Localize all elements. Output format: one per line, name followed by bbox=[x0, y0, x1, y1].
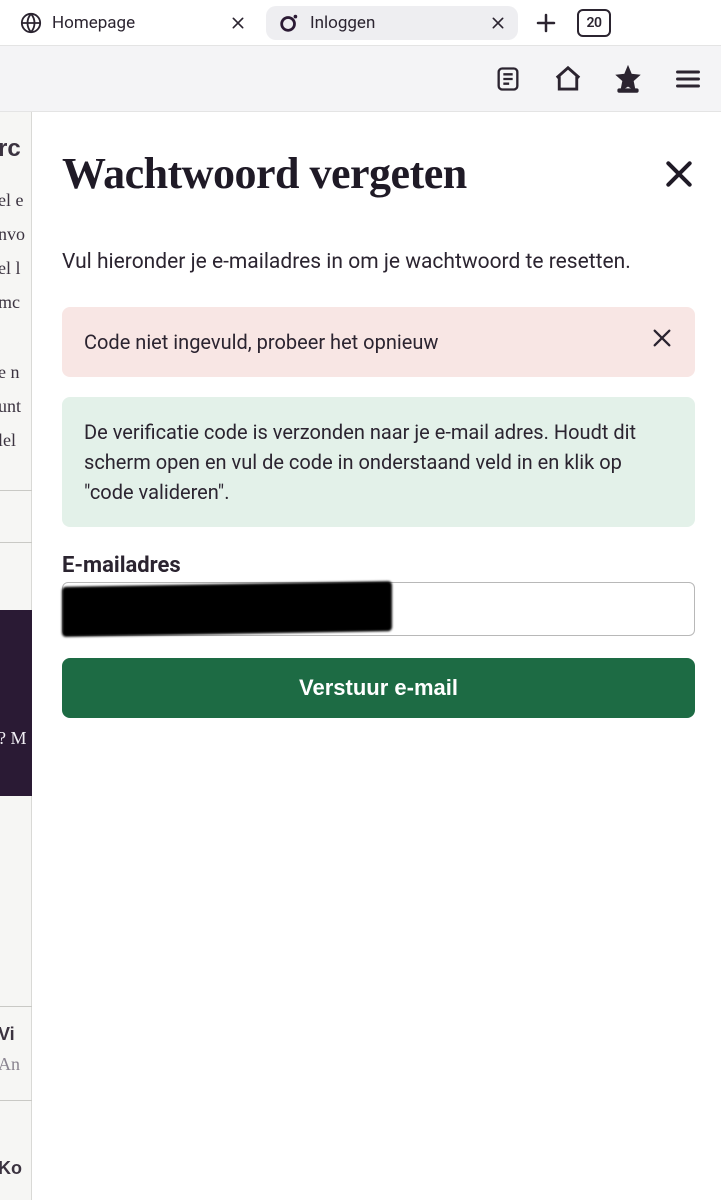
home-button[interactable] bbox=[545, 56, 591, 102]
bookmark-button[interactable] bbox=[605, 56, 651, 102]
tab-close-icon[interactable] bbox=[230, 15, 246, 31]
error-alert-text: Code niet ingevuld, probeer het opnieuw bbox=[84, 327, 438, 357]
success-alert: De verificatie code is verzonden naar je… bbox=[62, 397, 695, 527]
email-field-group: E-mailadres bbox=[62, 553, 695, 636]
browser-toolbar bbox=[0, 46, 721, 112]
error-alert: Code niet ingevuld, probeer het opnieuw bbox=[62, 307, 695, 377]
tab-overview-button[interactable]: 20 bbox=[574, 3, 614, 43]
close-icon[interactable] bbox=[663, 158, 695, 190]
reader-mode-button[interactable] bbox=[485, 56, 531, 102]
menu-button[interactable] bbox=[665, 56, 711, 102]
send-email-button[interactable]: Verstuur e-mail bbox=[62, 658, 695, 718]
modal-instruction: Vul hieronder je e-mailadres in om je wa… bbox=[62, 247, 695, 279]
tab-count-badge: 20 bbox=[577, 9, 611, 37]
email-label: E-mailadres bbox=[62, 553, 695, 578]
modal-title: Wachtwoord vergeten bbox=[62, 148, 467, 199]
success-alert-text: De verificatie code is verzonden naar je… bbox=[84, 417, 673, 507]
redacted-email-overlay bbox=[62, 581, 392, 637]
site-favicon-icon bbox=[278, 12, 300, 34]
new-tab-button[interactable] bbox=[526, 3, 566, 43]
tab-close-icon[interactable] bbox=[490, 15, 506, 31]
tab-label: Inloggen bbox=[310, 13, 375, 33]
alert-close-icon[interactable] bbox=[651, 327, 673, 357]
forgot-password-modal: Wachtwoord vergeten Vul hieronder je e-m… bbox=[32, 112, 721, 1200]
browser-tab-inloggen[interactable]: Inloggen bbox=[266, 6, 518, 40]
browser-tab-strip: Homepage Inloggen 20 bbox=[0, 0, 721, 46]
browser-tab-homepage[interactable]: Homepage bbox=[8, 6, 258, 40]
tab-label: Homepage bbox=[52, 13, 135, 33]
page-viewport: rc el e nvo el l mc e n unt lel ? M Vi A… bbox=[0, 112, 721, 1200]
globe-icon bbox=[20, 12, 42, 34]
